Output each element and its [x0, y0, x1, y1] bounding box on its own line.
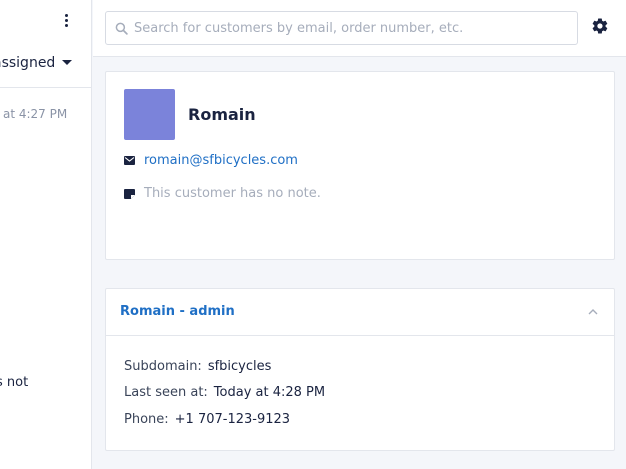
conversation-snippet: s not	[0, 375, 29, 390]
top-header	[93, 0, 626, 57]
assignment-filter-dropdown[interactable]: assigned	[0, 42, 91, 88]
chevron-up-icon[interactable]	[588, 308, 598, 316]
customer-profile-card: Romain romain@sfbicycles.com This custom…	[105, 71, 615, 260]
left-panel-header	[0, 0, 91, 42]
assignment-filter-label: assigned	[0, 55, 56, 71]
field-label: Subdomain:	[124, 359, 202, 374]
mail-icon	[124, 156, 135, 165]
note-icon	[124, 189, 135, 199]
search-input[interactable]	[134, 12, 574, 44]
field-value: +1 707-123-9123	[174, 412, 291, 427]
phone-field: Phone: +1 707-123-9123	[124, 412, 290, 427]
field-value: sfbicycles	[207, 359, 272, 374]
gear-icon[interactable]	[591, 17, 609, 35]
customer-note-field[interactable]: This customer has no note.	[144, 186, 321, 201]
customer-name: Romain	[188, 105, 256, 124]
field-label: Phone:	[124, 412, 169, 427]
kebab-menu-icon[interactable]	[60, 12, 72, 32]
integration-title: Romain - admin	[120, 304, 235, 319]
integration-widget: Romain - admin Subdomain: sfbicycles Last…	[105, 288, 615, 451]
conversation-list-panel: assigned at 4:27 PM s not	[0, 0, 92, 469]
integration-header[interactable]: Romain - admin	[106, 289, 614, 336]
avatar	[124, 89, 175, 140]
search-icon	[115, 22, 128, 35]
customer-email-link[interactable]: romain@sfbicycles.com	[144, 153, 298, 168]
last-seen-field: Last seen at: Today at 4:28 PM	[124, 385, 325, 400]
subdomain-field: Subdomain: sfbicycles	[124, 359, 271, 374]
field-value: Today at 4:28 PM	[213, 385, 326, 400]
field-label: Last seen at:	[124, 385, 208, 400]
conversation-timestamp: at 4:27 PM	[3, 107, 68, 121]
caret-down-icon	[62, 60, 72, 65]
search-box[interactable]	[105, 11, 578, 45]
